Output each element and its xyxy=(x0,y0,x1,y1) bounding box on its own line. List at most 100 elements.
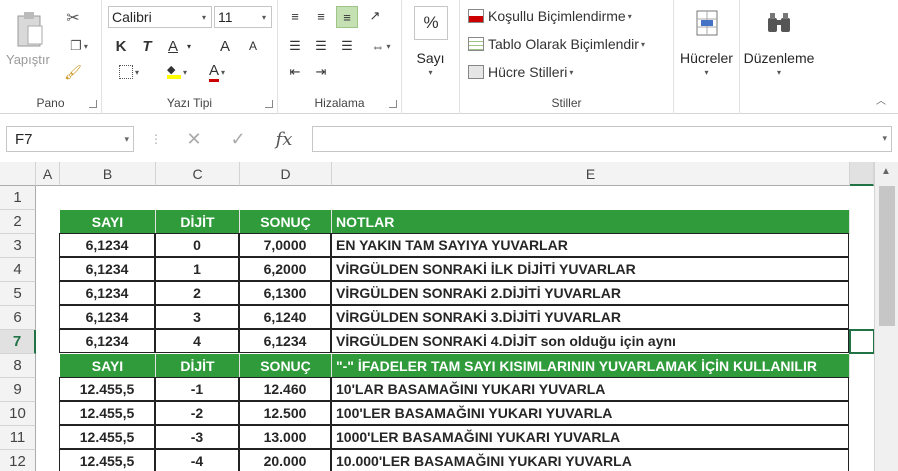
number-format-button[interactable]: % xyxy=(414,6,448,40)
data-cell[interactable]: -1 xyxy=(155,377,239,401)
collapse-ribbon-button[interactable]: ︿ xyxy=(876,92,886,107)
enter-button[interactable]: ✓ xyxy=(218,126,258,152)
data-cell[interactable]: 4 xyxy=(155,329,239,353)
data-cell[interactable]: 7,0000 xyxy=(239,233,331,257)
middle-align-button[interactable]: ≡ xyxy=(310,6,332,26)
fill-color-button[interactable]: ◆ ▾ xyxy=(160,62,194,82)
row-header[interactable]: 2 xyxy=(0,210,36,234)
decrease-indent-button[interactable]: ⇤ xyxy=(284,62,306,82)
data-cell[interactable]: 12.455,5 xyxy=(59,401,155,425)
cells-group[interactable]: Hücreler ▾ xyxy=(674,0,740,114)
underline-button[interactable]: A xyxy=(164,36,182,56)
data-cell[interactable]: 12.500 xyxy=(239,401,331,425)
font-size-select[interactable]: 11 ▾ xyxy=(214,6,272,28)
data-cell[interactable]: 2 xyxy=(155,281,239,305)
data-cell[interactable]: -3 xyxy=(155,425,239,449)
font-name-select[interactable]: Calibri ▾ xyxy=(108,6,212,28)
paste-button[interactable] xyxy=(12,8,48,52)
vertical-scrollbar[interactable]: ▲ xyxy=(874,162,898,471)
bottom-align-button[interactable]: ≡ xyxy=(336,6,358,28)
data-cell[interactable]: 0 xyxy=(155,233,239,257)
row-header[interactable]: 5 xyxy=(0,282,36,306)
data-cell[interactable]: 6,1234 xyxy=(59,329,155,353)
data-cell[interactable]: 1 xyxy=(155,257,239,281)
header-cell[interactable]: "-" İFADELER TAM SAYI KISIMLARININ YUVAR… xyxy=(332,354,850,378)
align-right-button[interactable]: ☰ xyxy=(336,36,358,56)
row-header[interactable]: 10 xyxy=(0,402,36,426)
data-cell[interactable]: 12.455,5 xyxy=(59,377,155,401)
number-dropdown[interactable]: ▾ xyxy=(402,68,459,77)
data-cell[interactable]: 13.000 xyxy=(239,425,331,449)
column-header-c[interactable]: C xyxy=(156,162,240,186)
data-cell[interactable]: VİRGÜLDEN SONRAKİ 3.DİJİTİ YUVARLAR xyxy=(331,305,849,329)
row-header[interactable]: 4 xyxy=(0,258,36,282)
header-cell[interactable]: SAYI xyxy=(60,210,156,234)
cell-styles-button[interactable]: Hücre Stilleri ▾ xyxy=(468,62,573,82)
align-center-button[interactable]: ☰ xyxy=(310,36,332,56)
data-cell[interactable]: 6,1234 xyxy=(59,281,155,305)
data-cell[interactable]: 10'LAR BASAMAĞINI YUKARI YUVARLA xyxy=(331,377,849,401)
column-header-a[interactable]: A xyxy=(36,162,60,186)
name-box[interactable]: F7 ▾ xyxy=(6,126,134,152)
row-header[interactable]: 11 xyxy=(0,426,36,450)
data-cell[interactable]: 10.000'LER BASAMAĞINI YUKARI YUVARLA xyxy=(331,449,849,471)
data-cell[interactable]: 1000'LER BASAMAĞINI YUKARI YUVARLA xyxy=(331,425,849,449)
column-header-f[interactable] xyxy=(850,162,874,186)
data-cell[interactable]: VİRGÜLDEN SONRAKİ 2.DİJİTİ YUVARLAR xyxy=(331,281,849,305)
worksheet-grid[interactable]: A B C D E 1 2 SAYI DİJİT SONUÇ NOTLAR 3 6,1234 0… xyxy=(0,162,898,471)
underline-dropdown[interactable]: ▾ xyxy=(184,36,194,56)
shrink-font-button[interactable]: A xyxy=(242,36,264,56)
data-cell[interactable]: 100'LER BASAMAĞINI YUKARI YUVARLA xyxy=(331,401,849,425)
active-cell[interactable] xyxy=(849,329,875,354)
row-header[interactable]: 6 xyxy=(0,306,36,330)
format-painter-button[interactable]: 🖌 xyxy=(62,62,84,82)
top-align-button[interactable]: ≡ xyxy=(284,6,306,26)
data-cell[interactable]: 6,1240 xyxy=(239,305,331,329)
row-header[interactable]: 7 xyxy=(0,330,36,354)
cut-button[interactable]: ✂ xyxy=(62,8,84,28)
formula-input[interactable]: ▾ xyxy=(312,126,892,152)
data-cell[interactable]: EN YAKIN TAM SAYIYA YUVARLAR xyxy=(331,233,849,257)
bold-button[interactable]: K xyxy=(112,36,130,56)
header-cell[interactable]: SONUÇ xyxy=(240,354,332,378)
row-header[interactable]: 8 xyxy=(0,354,36,378)
increase-indent-button[interactable]: ⇥ xyxy=(310,62,332,82)
clipboard-launcher[interactable] xyxy=(89,100,97,108)
row-header[interactable]: 1 xyxy=(0,186,36,210)
merge-button[interactable]: ⇔ ▾ xyxy=(364,36,398,56)
row-header[interactable]: 3 xyxy=(0,234,36,258)
header-cell[interactable]: SONUÇ xyxy=(240,210,332,234)
insert-function-button[interactable]: fx xyxy=(264,126,304,152)
orientation-button[interactable]: ↗ xyxy=(364,6,386,26)
data-cell[interactable]: 6,1234 xyxy=(239,329,331,353)
data-cell[interactable]: 6,2000 xyxy=(239,257,331,281)
font-color-button[interactable]: A ▾ xyxy=(200,62,234,82)
data-cell[interactable]: VİRGÜLDEN SONRAKİ 4.DİJİT son olduğu içi… xyxy=(331,329,849,353)
header-cell[interactable]: DİJİT xyxy=(156,210,240,234)
data-cell[interactable]: VİRGÜLDEN SONRAKİ İLK DİJİTİ YUVARLAR xyxy=(331,257,849,281)
copy-button[interactable]: ❐ ▾ xyxy=(62,36,96,56)
header-cell[interactable]: SAYI xyxy=(60,354,156,378)
data-cell[interactable]: 6,1300 xyxy=(239,281,331,305)
column-header-e[interactable]: E xyxy=(332,162,850,186)
header-cell[interactable]: NOTLAR xyxy=(332,210,850,234)
scroll-thumb[interactable] xyxy=(879,186,895,326)
format-as-table-button[interactable]: Tablo Olarak Biçimlendir ▾ xyxy=(468,34,645,54)
data-cell[interactable]: 12.455,5 xyxy=(59,449,155,471)
column-header-d[interactable]: D xyxy=(240,162,332,186)
conditional-formatting-button[interactable]: Koşullu Biçimlendirme ▾ xyxy=(468,6,632,26)
alignment-launcher[interactable] xyxy=(389,100,397,108)
editing-group[interactable]: Düzenleme ▾ xyxy=(740,0,818,114)
font-launcher[interactable] xyxy=(265,100,273,108)
data-cell[interactable]: 6,1234 xyxy=(59,305,155,329)
select-all-corner[interactable] xyxy=(0,162,36,186)
header-cell[interactable]: DİJİT xyxy=(156,354,240,378)
data-cell[interactable]: 12.455,5 xyxy=(59,425,155,449)
data-cell[interactable]: 6,1234 xyxy=(59,233,155,257)
cancel-button[interactable]: ✕ xyxy=(174,126,214,152)
row-header[interactable]: 12 xyxy=(0,450,36,471)
borders-button[interactable]: ▾ xyxy=(112,62,146,82)
scroll-up-icon[interactable]: ▲ xyxy=(881,166,891,177)
grow-font-button[interactable]: A xyxy=(214,36,236,56)
data-cell[interactable]: -2 xyxy=(155,401,239,425)
